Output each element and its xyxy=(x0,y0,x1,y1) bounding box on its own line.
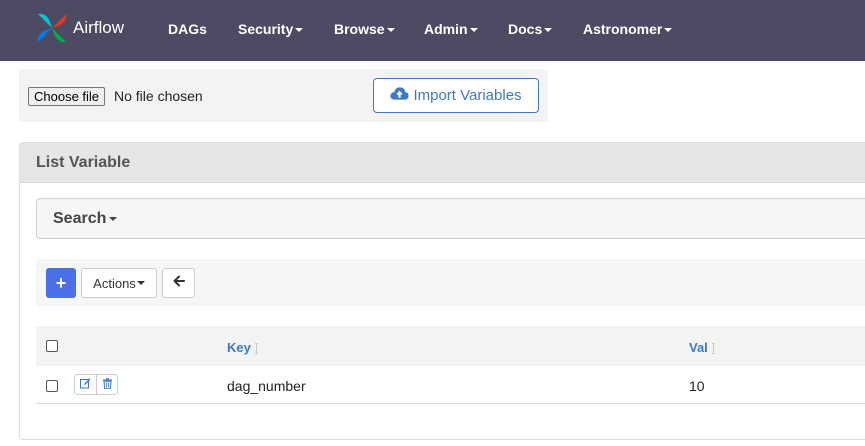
column-header-val[interactable]: Val xyxy=(689,340,715,355)
list-variable-panel: List Variable Search + Actions Key Val d… xyxy=(19,142,865,440)
column-val-label: Val xyxy=(689,340,708,355)
select-all-checkbox[interactable] xyxy=(46,340,58,352)
caret-down-icon xyxy=(664,28,673,33)
trash-icon xyxy=(102,376,113,394)
caret-down-icon xyxy=(544,28,553,33)
caret-down-icon xyxy=(136,281,145,285)
sort-icon xyxy=(711,343,715,355)
search-toggle[interactable]: Search xyxy=(36,198,865,239)
nav-security[interactable]: Security xyxy=(238,21,304,37)
nav-astronomer-label: Astronomer xyxy=(583,21,663,37)
nav-docs-label: Docs xyxy=(508,21,543,37)
nav-astronomer[interactable]: Astronomer xyxy=(583,21,673,37)
column-header-key[interactable]: Key xyxy=(227,340,258,355)
airflow-logo-icon xyxy=(34,10,70,51)
file-status-text: No file chosen xyxy=(114,88,203,104)
import-variables-panel: Choose file No file chosen Import Variab… xyxy=(19,69,548,122)
caret-down-icon xyxy=(469,28,478,33)
brand[interactable]: Airflow xyxy=(34,10,124,51)
table-header: Key Val xyxy=(36,326,865,366)
delete-record-button[interactable] xyxy=(96,375,117,394)
nav-dags[interactable]: DAGs xyxy=(168,21,207,37)
edit-record-button[interactable] xyxy=(75,375,96,394)
nav-docs[interactable]: Docs xyxy=(508,21,553,37)
nav-dags-label: DAGs xyxy=(168,21,207,37)
table-row: dag_number 10 xyxy=(36,366,865,404)
caret-down-icon xyxy=(386,28,395,33)
choose-file-button[interactable]: Choose file xyxy=(28,87,106,106)
list-toolbar: + Actions xyxy=(36,259,865,306)
cell-val: 10 xyxy=(689,378,705,394)
nav-admin-label: Admin xyxy=(424,21,468,37)
search-label: Search xyxy=(53,209,107,227)
caret-down-icon xyxy=(109,216,118,221)
actions-dropdown-button[interactable]: Actions xyxy=(81,268,157,298)
brand-name: Airflow xyxy=(73,17,125,37)
nav-security-label: Security xyxy=(238,21,294,37)
top-navbar: Airflow DAGs Security Browse Admin Docs … xyxy=(0,0,865,61)
panel-title: List Variable xyxy=(36,153,131,171)
panel-header: List Variable xyxy=(20,143,865,183)
cloud-upload-icon xyxy=(390,86,413,105)
nav-browse[interactable]: Browse xyxy=(334,21,395,37)
cell-key: dag_number xyxy=(227,378,306,394)
caret-down-icon xyxy=(295,28,304,33)
row-action-buttons xyxy=(74,374,118,395)
actions-label: Actions xyxy=(93,275,136,291)
row-checkbox[interactable] xyxy=(46,380,58,392)
column-key-label: Key xyxy=(227,340,251,355)
import-variables-button[interactable]: Import Variables xyxy=(373,78,539,113)
nav-admin[interactable]: Admin xyxy=(424,21,478,37)
add-variable-button[interactable]: + xyxy=(46,268,76,298)
edit-icon xyxy=(80,376,91,394)
arrow-left-icon xyxy=(173,274,185,292)
sort-icon xyxy=(254,343,258,355)
import-variables-label: Import Variables xyxy=(413,87,522,104)
nav-browse-label: Browse xyxy=(334,21,385,37)
back-button[interactable] xyxy=(162,268,195,298)
